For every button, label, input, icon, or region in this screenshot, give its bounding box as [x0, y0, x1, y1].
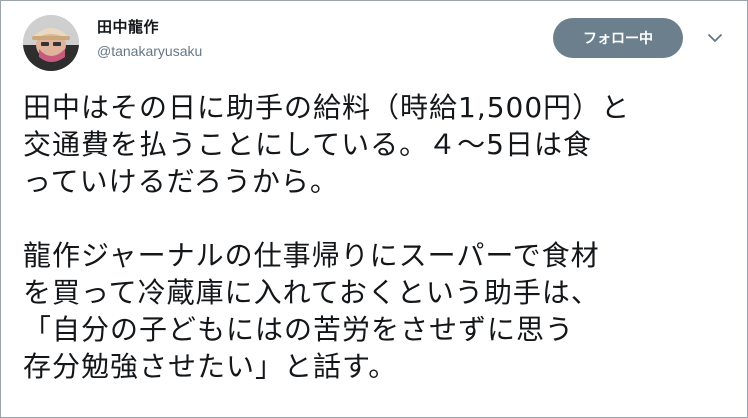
tweet-line: 存分勉強させたい」と話す。: [23, 350, 398, 383]
display-name[interactable]: 田中龍作: [97, 17, 202, 37]
avatar[interactable]: [23, 15, 79, 71]
tweet-line: を買って冷蔵庫に入れておくという助手は、: [23, 276, 600, 309]
chevron-down-icon[interactable]: [706, 29, 724, 47]
tweet-text: 田中はその日に助手の給料（時給1,500円）と 交通費を払うことにしている。４～…: [23, 89, 733, 385]
user-handle[interactable]: @tanakaryusaku: [97, 41, 202, 61]
author-block: 田中龍作 @tanakaryusaku: [97, 17, 202, 61]
tweet-line: 田中はその日に助手の給料（時給1,500円）と: [23, 91, 631, 124]
tweet-card: 田中龍作 @tanakaryusaku フォロー中 田中はその日に助手の給料（時…: [0, 0, 748, 418]
following-button[interactable]: フォロー中: [553, 18, 683, 58]
tweet-line: っていけるだろうから。: [23, 165, 339, 198]
tweet-line: 「自分の子どもにはの苦労をさせずに思う: [23, 313, 575, 346]
tweet-line: 龍作ジャーナルの仕事帰りにスーパーで食材: [23, 239, 600, 272]
tweet-line: 交通費を払うことにしている。４～5日は食: [23, 128, 592, 161]
